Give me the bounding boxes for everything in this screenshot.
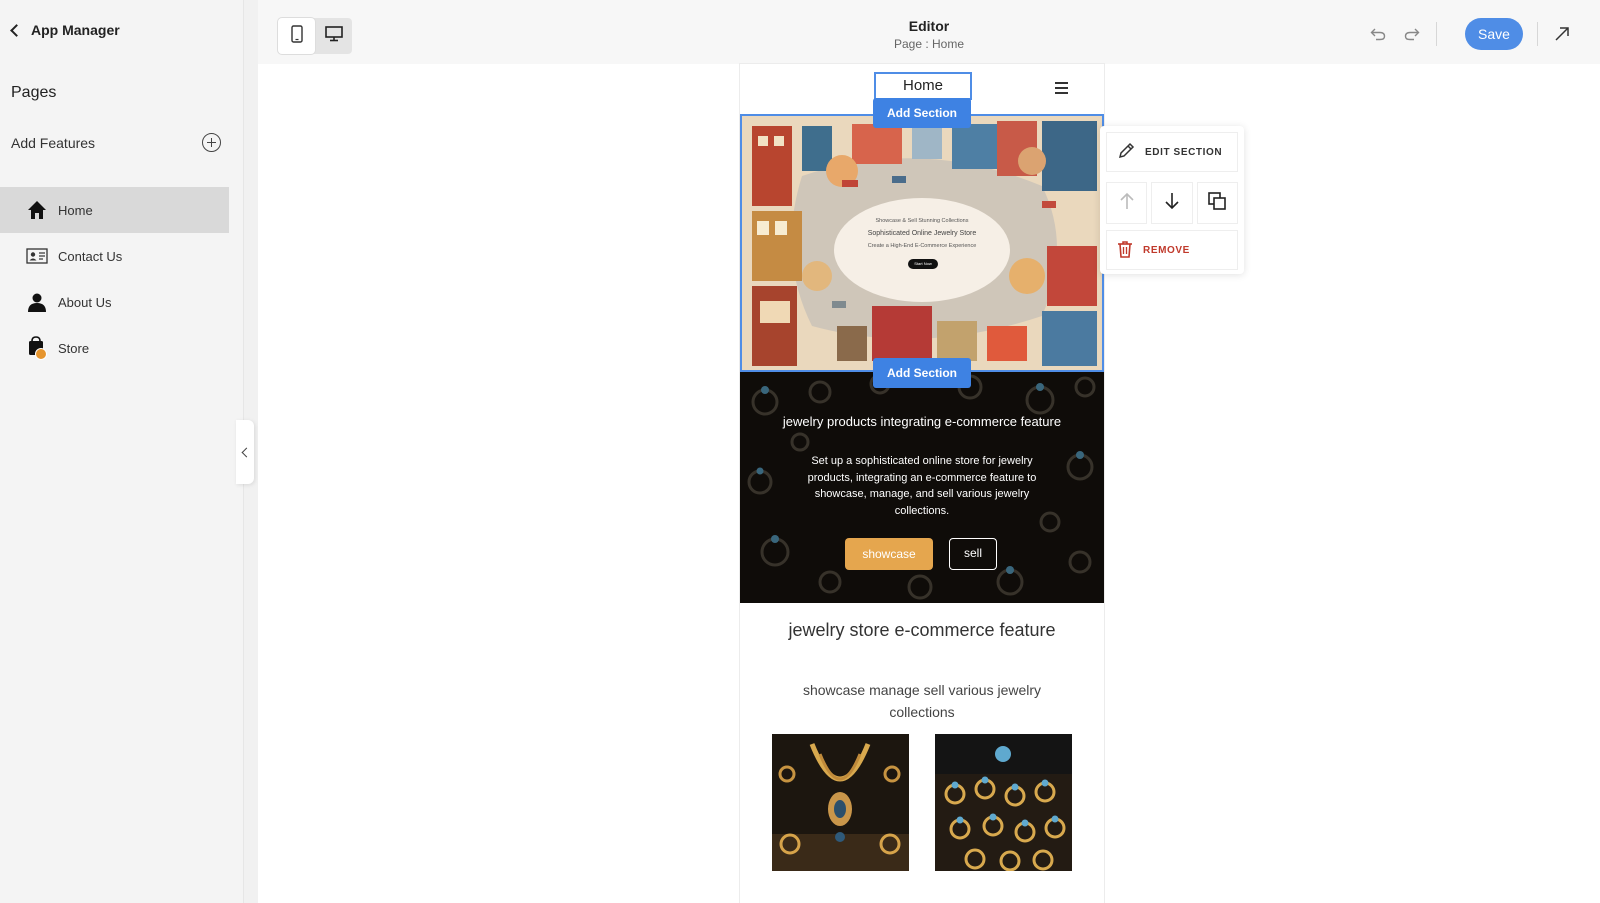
- sidebar-item-store[interactable]: Store: [0, 325, 229, 371]
- contact-card-icon: [26, 245, 48, 267]
- jewelry-section-body: Set up a sophisticated online store for …: [807, 455, 1037, 517]
- chevron-left-icon: [241, 447, 252, 457]
- hero-title: Sophisticated Online Jewelry Store: [867, 230, 977, 237]
- arrow-up-icon: [1119, 192, 1135, 215]
- duplicate-icon: [1207, 191, 1227, 216]
- edit-section-button[interactable]: EDIT SECTION: [1106, 132, 1238, 172]
- collapse-sidebar-button[interactable]: [236, 420, 254, 484]
- person-icon: [26, 291, 48, 313]
- editor-canvas: Home Showcase & Sell Stunning Collection…: [258, 64, 1600, 903]
- sidebar: App Manager Pages Add Features Home Cont…: [0, 0, 243, 903]
- store-bag-icon: [26, 336, 48, 360]
- remove-section-button[interactable]: REMOVE: [1106, 230, 1238, 270]
- section-order-controls: [1106, 182, 1238, 224]
- arrow-down-icon: [1164, 192, 1180, 215]
- feature-section-subtitle: showcase manage sell various jewelry col…: [802, 682, 1042, 720]
- pencil-icon: [1117, 142, 1135, 163]
- add-section-button-bottom[interactable]: Add Section: [873, 358, 971, 388]
- sidebar-item-about-us[interactable]: About Us: [0, 279, 229, 325]
- move-up-button[interactable]: [1106, 182, 1148, 224]
- toolbar-divider: [1436, 22, 1437, 46]
- top-actions: Save: [1368, 18, 1572, 50]
- hamburger-menu-icon[interactable]: [1055, 82, 1068, 97]
- sidebar-item-label: About Us: [58, 294, 112, 310]
- open-external-icon[interactable]: [1552, 24, 1572, 44]
- add-features-row[interactable]: Add Features: [11, 133, 221, 152]
- page-nav: Home Contact Us About Us Store: [0, 187, 229, 371]
- duplicate-button[interactable]: [1196, 182, 1238, 224]
- add-section-button-top[interactable]: Add Section: [873, 98, 971, 128]
- back-to-app-manager[interactable]: App Manager: [10, 22, 120, 38]
- remove-label: REMOVE: [1143, 244, 1190, 256]
- jewelry-image-rings: [935, 734, 1072, 871]
- site-nav-home[interactable]: Home: [874, 72, 972, 100]
- hero-section[interactable]: Showcase & Sell Stunning Collections Sop…: [740, 114, 1104, 372]
- jewelry-section-title: jewelry products integrating e-commerce …: [782, 414, 1062, 429]
- move-down-button[interactable]: [1151, 182, 1193, 224]
- sell-button[interactable]: sell: [949, 538, 997, 570]
- toolbar-divider: [1537, 22, 1538, 46]
- feature-section-title: jewelry store e-commerce feature: [788, 620, 1056, 640]
- redo-icon[interactable]: [1402, 24, 1422, 44]
- add-features-label: Add Features: [11, 134, 96, 151]
- editor-topbar: Editor Page : Home Save: [258, 0, 1600, 65]
- sidebar-item-label: Home: [58, 202, 93, 218]
- pages-heading: Pages: [11, 84, 57, 101]
- sidebar-item-contact-us[interactable]: Contact Us: [0, 233, 229, 279]
- hero-start-button[interactable]: Start Now: [908, 259, 938, 269]
- jewelry-section[interactable]: jewelry products integrating e-commerce …: [740, 372, 1104, 603]
- chevron-left-icon: [10, 23, 23, 37]
- add-circle-icon[interactable]: [202, 133, 221, 152]
- trash-icon: [1117, 240, 1133, 261]
- section-context-menu: EDIT SECTION REMOVE: [1100, 126, 1244, 274]
- hero-tagline: Create a High-End E-Commerce Experience: [867, 243, 977, 249]
- edit-section-label: EDIT SECTION: [1145, 146, 1223, 158]
- mobile-preview: Home Showcase & Sell Stunning Collection…: [740, 64, 1104, 903]
- jewelry-image-necklace: [772, 734, 909, 871]
- sidebar-item-label: Contact Us: [58, 248, 123, 264]
- home-icon: [26, 199, 48, 221]
- undo-icon[interactable]: [1368, 24, 1388, 44]
- hero-kicker: Showcase & Sell Stunning Collections: [875, 218, 969, 224]
- sidebar-item-home[interactable]: Home: [0, 187, 229, 233]
- showcase-button[interactable]: showcase: [845, 538, 933, 570]
- save-button[interactable]: Save: [1465, 18, 1523, 50]
- sidebar-item-label: Store: [58, 340, 90, 356]
- back-label: App Manager: [31, 22, 120, 38]
